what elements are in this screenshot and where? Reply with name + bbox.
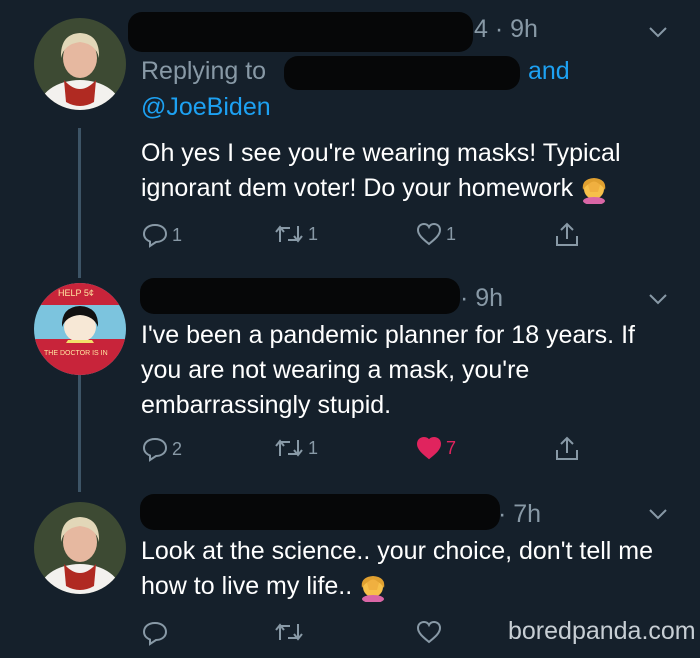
retweet-button[interactable]: 1 — [274, 222, 318, 246]
like-button[interactable]: 1 — [416, 222, 456, 246]
chevron-down-icon[interactable] — [648, 293, 668, 305]
tweet-text: Oh yes I see you're wearing masks! Typic… — [141, 136, 681, 206]
tweet-text-content: Look at the science.. your choice, don't… — [141, 537, 653, 600]
retweet-button[interactable] — [274, 620, 304, 644]
like-button[interactable]: 7 — [416, 436, 456, 460]
redacted-name — [140, 494, 500, 530]
tweet-text-content: Oh yes I see you're wearing masks! Typic… — [141, 139, 621, 202]
retweet-count: 1 — [308, 223, 319, 244]
mention-joebiden[interactable]: @JoeBiden — [141, 88, 271, 126]
tweet-text: Look at the science.. your choice, don't… — [141, 534, 681, 604]
retweet-button[interactable]: 1 — [274, 436, 318, 460]
tweet-text: I've been a pandemic planner for 18 year… — [141, 321, 635, 419]
chevron-down-icon[interactable] — [648, 26, 668, 38]
chevron-down-icon[interactable] — [648, 508, 668, 520]
avatar-user-1[interactable] — [34, 18, 126, 110]
reply-button[interactable] — [142, 620, 168, 646]
share-icon — [556, 436, 578, 460]
face-palm-emoji — [358, 572, 388, 604]
reply-count: 2 — [172, 438, 183, 459]
avatar-sign-top: HELP 5¢ — [58, 288, 94, 298]
heart-icon — [416, 222, 442, 246]
tweet-2[interactable]: HELP 5¢ THE DOCTOR IS IN · 9h I've been … — [0, 270, 700, 480]
heart-filled-icon — [416, 436, 442, 460]
reply-icon — [142, 437, 168, 462]
avatar-user-2[interactable]: HELP 5¢ THE DOCTOR IS IN — [34, 283, 126, 375]
reply-count: 1 — [172, 224, 183, 245]
tweet-1[interactable]: 4 · 9h Replying to and @JoeBiden Oh yes … — [0, 0, 700, 270]
retweet-icon — [275, 439, 303, 457]
tweet-actions: 2 1 7 — [140, 436, 590, 466]
face-palm-emoji — [579, 174, 609, 206]
like-count: 7 — [446, 437, 457, 458]
avatar-sign-bottom: THE DOCTOR IS IN — [44, 350, 108, 357]
reply-to-line: Replying to — [141, 52, 266, 90]
tweet-time: · 9h — [460, 284, 504, 312]
reply-icon — [142, 223, 168, 248]
avatar-user-1[interactable] — [34, 502, 126, 594]
share-button[interactable] — [554, 222, 580, 248]
retweet-icon — [275, 225, 303, 243]
redacted-mention — [284, 56, 520, 90]
like-button[interactable] — [416, 620, 442, 644]
like-count: 1 — [446, 223, 457, 244]
tweet-time: · 7h — [498, 500, 542, 528]
tweet-actions: 1 1 1 — [140, 222, 590, 252]
tweet-time: 4 · 9h — [474, 15, 538, 43]
reply-suffix[interactable]: and — [528, 52, 570, 90]
reply-prefix: Replying to — [141, 57, 267, 85]
reply-button[interactable]: 1 — [142, 222, 182, 248]
retweet-icon — [275, 623, 303, 641]
reply-button[interactable]: 2 — [142, 436, 182, 462]
retweet-count: 1 — [308, 437, 319, 458]
redacted-name — [128, 12, 473, 52]
share-icon — [556, 222, 578, 246]
share-button[interactable] — [554, 436, 580, 462]
watermark: boredpanda.com — [508, 617, 696, 645]
redacted-name — [140, 278, 460, 314]
heart-icon — [416, 620, 442, 644]
reply-icon — [142, 621, 168, 646]
